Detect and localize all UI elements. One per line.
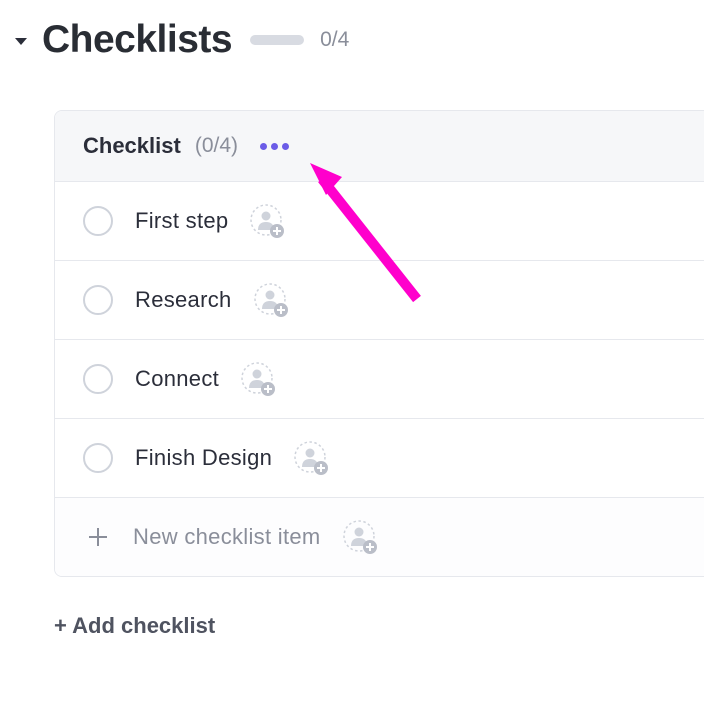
checkbox[interactable] [83,206,113,236]
checklist-item[interactable]: Connect [55,340,704,419]
plus-icon[interactable] [85,524,111,550]
add-checklist-label: + Add checklist [54,613,215,639]
add-checklist-button[interactable]: + Add checklist [54,613,215,639]
checklist-item-label: Research [135,287,232,313]
checklist-item[interactable]: Research [55,261,704,340]
checklist-item-label: Connect [135,366,219,392]
checklist-item-label: First step [135,208,228,234]
checklist-header: Checklist (0/4) [55,111,704,182]
checklist-count: (0/4) [195,134,238,158]
section-count: 0/4 [320,28,349,52]
checklist-item[interactable]: Finish Design [55,419,704,498]
checklist-card: Checklist (0/4) First step Research [54,110,704,577]
collapse-toggle-icon[interactable] [14,35,28,49]
section-header: Checklists 0/4 [14,18,704,62]
assign-user-icon[interactable] [254,283,288,317]
assign-user-icon[interactable] [343,520,377,554]
checkbox[interactable] [83,285,113,315]
checkbox[interactable] [83,364,113,394]
checklist-item[interactable]: First step [55,182,704,261]
checklist-title: Checklist [83,133,181,159]
assign-user-icon[interactable] [294,441,328,475]
section-title: Checklists [42,18,232,62]
progress-bar [250,35,304,45]
assign-user-icon[interactable] [250,204,284,238]
checkbox[interactable] [83,443,113,473]
more-options-icon[interactable] [256,139,293,154]
new-checklist-item[interactable]: New checklist item [55,498,704,576]
assign-user-icon[interactable] [241,362,275,396]
new-item-label: New checklist item [133,524,321,550]
checklist-item-label: Finish Design [135,445,272,471]
